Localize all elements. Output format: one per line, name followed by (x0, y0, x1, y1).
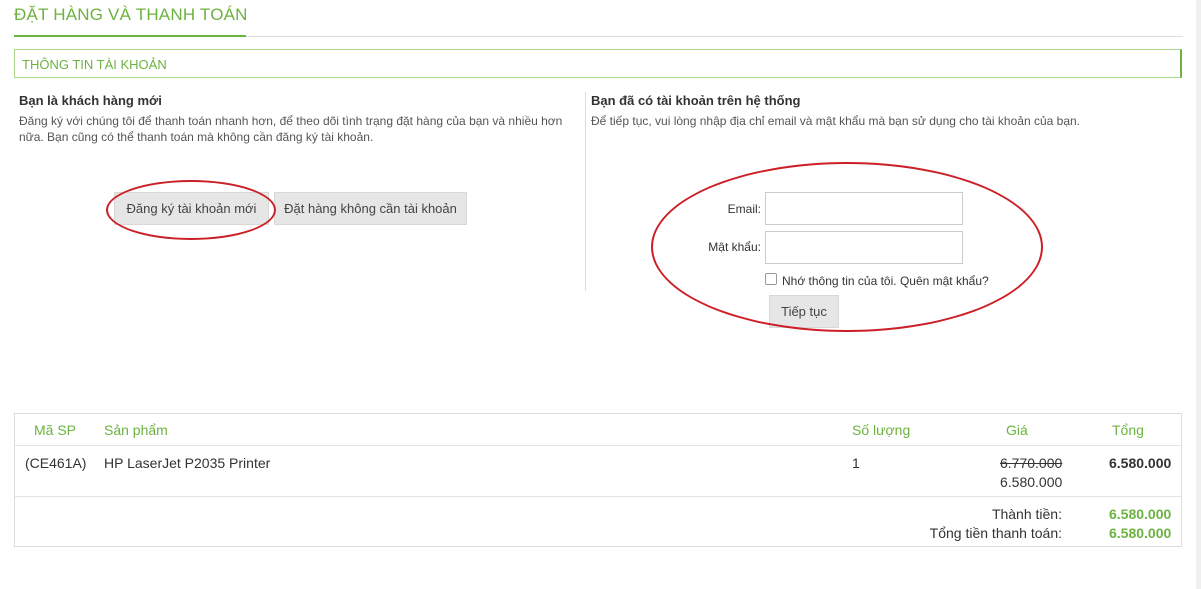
row-total: 6.580.000 (1109, 455, 1172, 471)
password-label: Mật khẩu: (708, 240, 761, 254)
subtotal-label: Thành tiền: (991, 506, 1062, 522)
col-header-price: Giá (1006, 422, 1028, 438)
title-underline (14, 35, 246, 37)
grand-total-label: Tổng tiền thanh toán: (929, 525, 1062, 541)
email-label: Email: (727, 202, 761, 216)
row-qty: 1 (852, 455, 860, 471)
col-header-qty: Số lượng (852, 422, 911, 438)
remember-forgot-label[interactable]: Nhớ thông tin của tôi. Quên mật khẩu? (782, 274, 989, 288)
row-sku: (CE461A) (25, 455, 87, 471)
col-header-product: Sản phẩm (104, 422, 168, 438)
title-divider (246, 36, 1183, 37)
register-button[interactable]: Đăng ký tài khoản mới (114, 192, 269, 225)
email-input[interactable] (765, 192, 963, 225)
existing-customer-text: Để tiếp tục, vui lòng nhập địa chỉ email… (591, 114, 1080, 128)
account-section-header: THÔNG TIN TÀI KHOẢN (14, 49, 1182, 78)
continue-button[interactable]: Tiếp tục (769, 295, 839, 328)
new-customer-text-line2: nữa. Bạn cũng có thể thanh toán mà không… (19, 130, 374, 144)
password-input[interactable] (765, 231, 963, 264)
account-section-title: THÔNG TIN TÀI KHOẢN (22, 57, 167, 72)
row-price: 6.580.000 (1000, 474, 1063, 490)
table-row-divider (14, 496, 1182, 497)
row-old-price: 6.770.000 (1000, 455, 1063, 471)
page-title: ĐẶT HÀNG VÀ THANH TOÁN (14, 5, 248, 24)
table-header-divider (14, 445, 1182, 446)
new-customer-text-line1: Đăng ký với chúng tôi để thanh toán nhan… (19, 114, 563, 128)
remember-me-checkbox[interactable] (765, 273, 777, 285)
new-customer-heading: Bạn là khách hàng mới (19, 93, 162, 108)
existing-customer-heading: Bạn đã có tài khoản trên hệ thống (591, 93, 801, 108)
grand-total-value: 6.580.000 (1109, 525, 1172, 541)
col-header-total: Tổng (1112, 422, 1144, 438)
row-product-link[interactable]: HP LaserJet P2035 Printer (104, 455, 270, 471)
column-divider (585, 92, 586, 291)
subtotal-value: 6.580.000 (1109, 506, 1172, 522)
scrollbar[interactable] (1196, 0, 1201, 589)
col-header-sku: Mã SP (34, 422, 77, 438)
guest-checkout-button[interactable]: Đặt hàng không cần tài khoản (274, 192, 467, 225)
